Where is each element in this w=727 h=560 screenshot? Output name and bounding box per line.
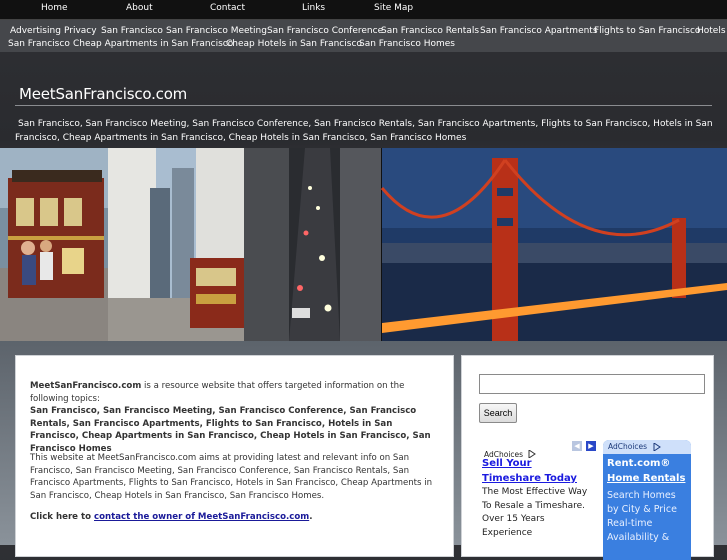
link-flights-sf[interactable]: Flights to San Francisco <box>594 26 700 36</box>
header-divider <box>15 105 712 106</box>
link-sf-cont[interactable]: San Francisco <box>8 39 70 49</box>
street-towers-photo <box>108 148 244 341</box>
golden-gate-bridge-photo <box>380 148 727 341</box>
link-advertising[interactable]: Advertising <box>10 26 61 36</box>
link-sf-conference[interactable]: San Francisco Conference <box>267 26 383 36</box>
ad1-title-link[interactable]: Sell Your Timeshare Today <box>482 456 592 486</box>
nav-contact[interactable]: Contact <box>210 3 245 13</box>
ad2-brand: Rent.com® <box>607 458 671 469</box>
nav-site-map[interactable]: Site Map <box>374 3 413 13</box>
sidebar-panel: Search AdChoices ◀ ▶ Sell Your Timeshare… <box>461 355 714 560</box>
search-input[interactable] <box>479 374 705 394</box>
link-privacy[interactable]: Privacy <box>64 26 97 36</box>
ad2-adchoices-label[interactable]: AdChoices <box>608 442 647 451</box>
hill-street-photo <box>244 148 381 341</box>
cable-car-photo <box>0 148 108 341</box>
adchoices-triangle-icon <box>653 443 661 451</box>
contact-owner-link[interactable]: contact the owner of MeetSanFrancisco.co… <box>94 512 309 522</box>
chevron-left-icon[interactable]: ◀ <box>572 441 582 451</box>
click-suffix: . <box>309 512 313 522</box>
main-content-panel: MeetSanFrancisco.com is a resource websi… <box>15 355 454 557</box>
intro-site-name: MeetSanFrancisco.com <box>30 381 142 391</box>
link-san-francisco[interactable]: San Francisco <box>101 26 163 36</box>
click-here-text: Click here to <box>30 512 95 522</box>
header-keywords: San Francisco, San Francisco Meeting, Sa… <box>15 119 713 143</box>
link-sf-apartments[interactable]: San Francisco Apartments <box>480 26 598 36</box>
link-sf-meeting[interactable]: San Francisco Meeting <box>166 26 267 36</box>
aims-paragraph: This website at MeetSanFrancisco.com aim… <box>30 453 433 501</box>
nav-links[interactable]: Links <box>302 3 325 13</box>
top-nav: Home About Contact Links Site Map <box>0 0 727 20</box>
link-hotels-in[interactable]: Hotels in <box>697 26 727 36</box>
ad2-title-link[interactable]: Home Rentals <box>607 473 685 484</box>
topics-paragraph: San Francisco, San Francisco Meeting, Sa… <box>30 406 431 454</box>
nav-about[interactable]: About <box>126 3 153 13</box>
nav-home[interactable]: Home <box>41 3 68 13</box>
search-button[interactable]: Search <box>479 403 517 423</box>
link-cheap-apartments[interactable]: Cheap Apartments in San Francisco <box>73 39 233 49</box>
link-cheap-hotels[interactable]: Cheap Hotels in San Francisco <box>226 39 362 49</box>
contact-paragraph: Click here to contact the owner of MeetS… <box>30 511 438 524</box>
keyword-link-bar: Advertising Privacy San Francisco San Fr… <box>0 20 727 52</box>
link-sf-rentals[interactable]: San Francisco Rentals <box>381 26 479 36</box>
ad2-body: Search Homes by City & Price Real-time A… <box>607 490 677 543</box>
chevron-right-icon[interactable]: ▶ <box>586 441 596 451</box>
ad1-body: The Most Effective Way To Resale a Times… <box>482 487 588 538</box>
rent-com-ad[interactable]: AdChoices Rent.com® Home Rentals Search … <box>603 440 691 560</box>
intro-paragraph: MeetSanFrancisco.com is a resource websi… <box>30 380 438 405</box>
ad2-header: AdChoices <box>603 440 691 454</box>
site-title[interactable]: MeetSanFrancisco.com <box>19 85 187 103</box>
link-sf-homes[interactable]: San Francisco Homes <box>359 39 455 49</box>
banner-photo-collage <box>0 148 727 341</box>
